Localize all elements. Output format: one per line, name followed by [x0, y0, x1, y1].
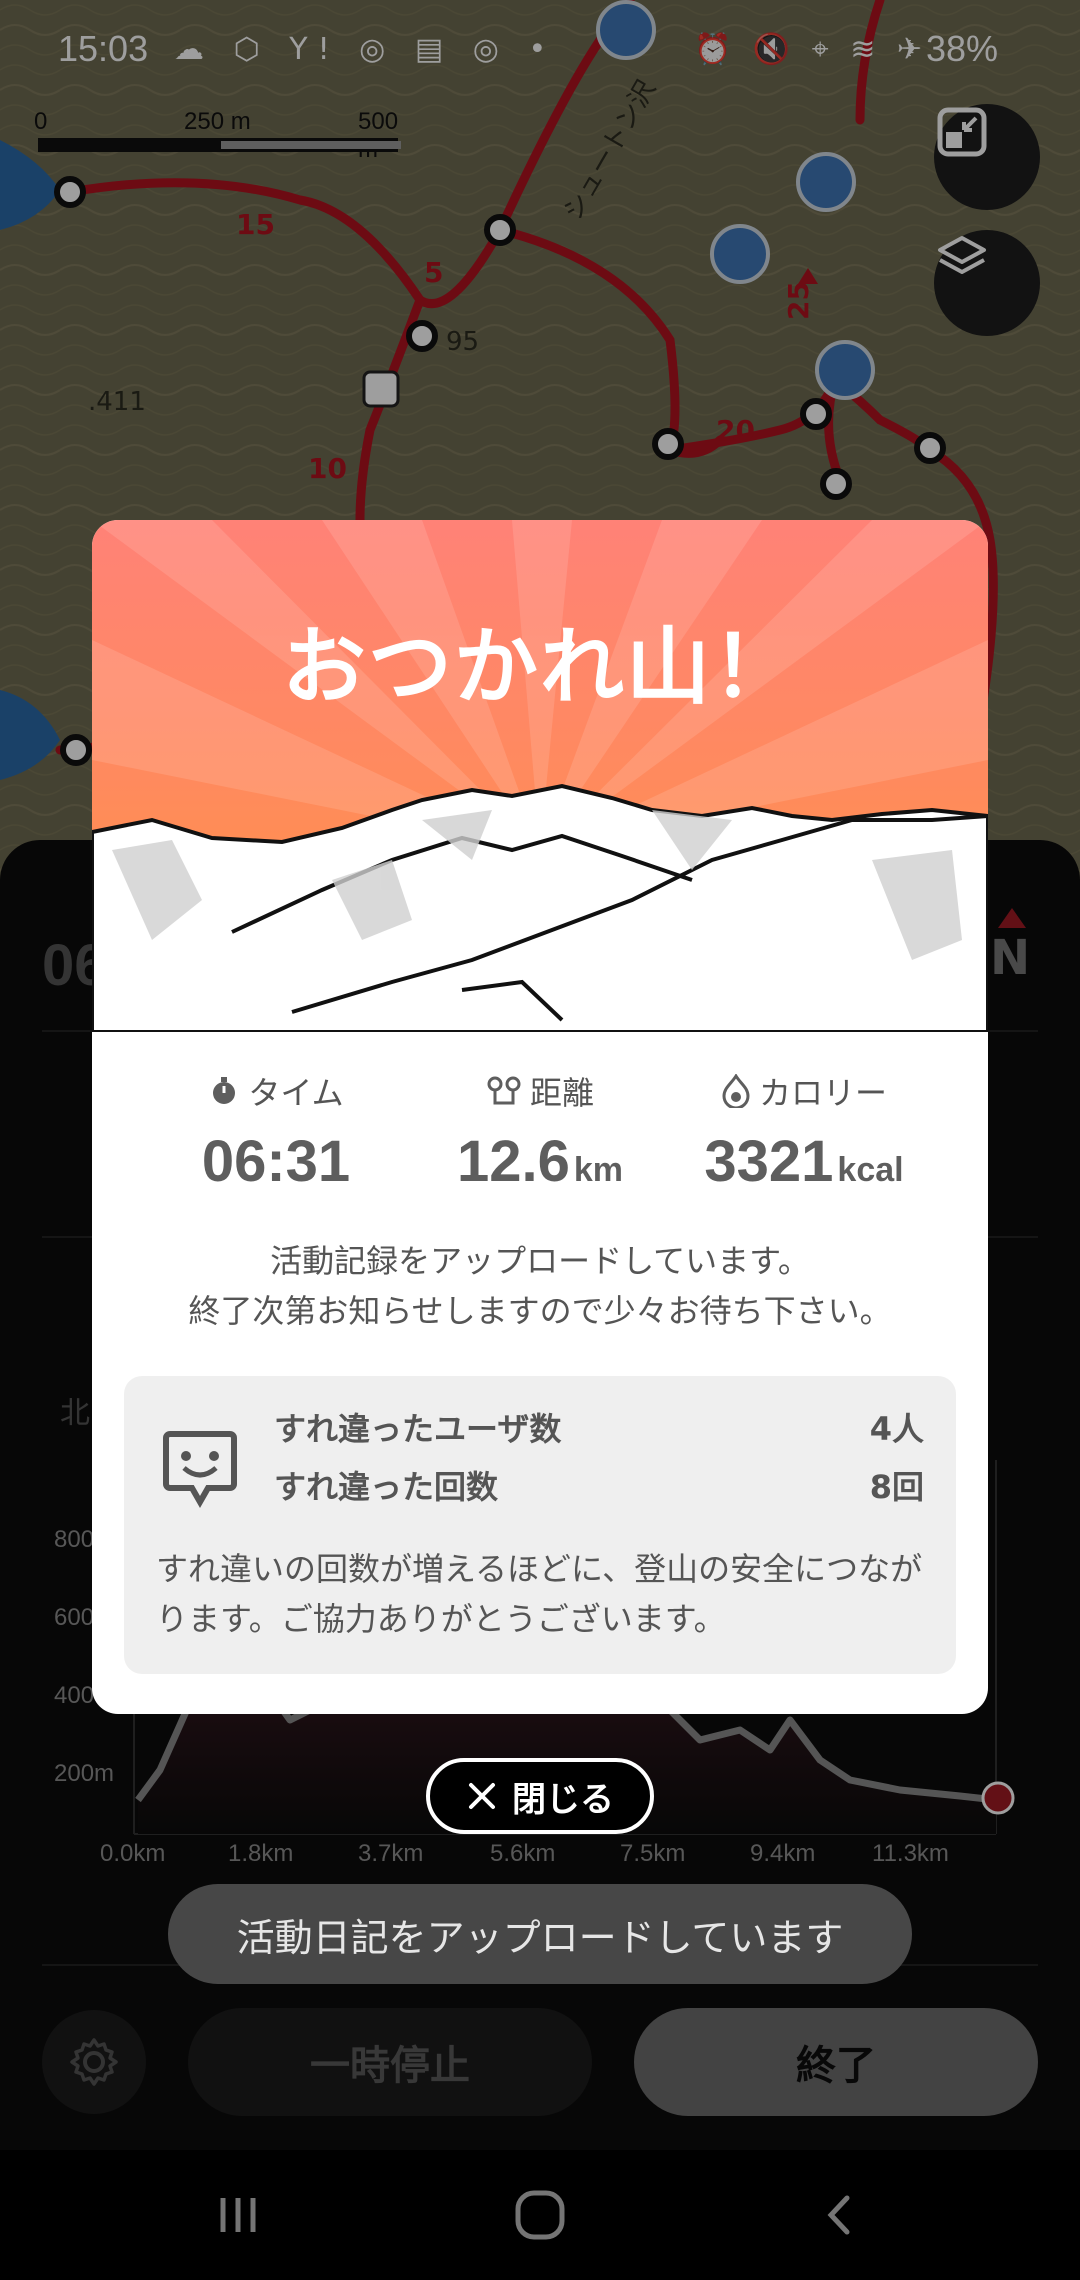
- encounter-count-value: 8回: [869, 1468, 924, 1506]
- back-button[interactable]: [800, 2180, 880, 2250]
- stat-calories-unit: kcal: [837, 1151, 904, 1189]
- stat-time: タイム 06:31: [136, 1068, 416, 1195]
- upload-message-line1: 活動記録をアップロードしています。: [270, 1242, 810, 1280]
- settings-button[interactable]: [42, 2010, 146, 2114]
- x-tick: 3.7km: [358, 1840, 424, 1867]
- stat-calories-value: 3321: [704, 1129, 834, 1194]
- dialog-title: おつかれ山！: [281, 618, 798, 716]
- home-icon: [515, 2190, 565, 2240]
- stat-time-value: 06:31: [201, 1129, 351, 1194]
- gear-icon: [70, 2038, 118, 2086]
- recent-apps-button[interactable]: [198, 2180, 278, 2250]
- stat-time-label: タイム: [248, 1074, 344, 1112]
- hero-banner: おつかれ山！: [92, 520, 988, 1032]
- x-tick: 7.5km: [620, 1840, 686, 1867]
- y-tick-600: 600: [54, 1604, 95, 1631]
- upload-message-line2: 終了次第お知らせしますので少々お待ち下さい。: [188, 1292, 892, 1330]
- stat-calories-label: カロリー: [758, 1074, 887, 1112]
- flame-icon: [722, 1074, 750, 1108]
- smile-chat-icon: [163, 1431, 237, 1509]
- route-pin-icon: [487, 1076, 521, 1105]
- stat-calories: カロリー 3321 kcal: [664, 1068, 944, 1195]
- back-icon: [827, 2195, 850, 2235]
- end-button[interactable]: 終了: [634, 2008, 1038, 2116]
- y-tick-200: 200m: [54, 1760, 115, 1787]
- stat-distance-value: 12.6: [456, 1129, 570, 1194]
- stat-distance-unit: km: [573, 1151, 624, 1189]
- encounter-users-value: 4人: [869, 1410, 924, 1448]
- sunburst-mountains: [92, 520, 988, 1032]
- close-button[interactable]: 閉じる: [426, 1758, 654, 1834]
- y-tick-800: 800: [54, 1526, 95, 1553]
- encounter-count-label: すれ違った回数: [274, 1468, 499, 1506]
- upload-toast: 活動日記をアップロードしています: [168, 1884, 912, 1984]
- recent-apps-icon: [220, 2198, 256, 2232]
- encounter-summary: すれ違ったユーザ数 4人 すれ違った回数 8回 すれ違いの回数が増えるほどに、登…: [124, 1376, 956, 1674]
- stopwatch-icon: [213, 1077, 236, 1104]
- stat-distance-label: 距離: [529, 1074, 594, 1112]
- current-position-marker: [981, 1781, 1015, 1815]
- x-tick: 9.4km: [750, 1840, 816, 1867]
- encounter-users-label: すれ違ったユーザ数: [274, 1410, 562, 1448]
- x-tick: 0.0km: [100, 1840, 166, 1867]
- home-button[interactable]: [500, 2180, 580, 2250]
- stat-distance: 距離 12.6 km: [400, 1068, 680, 1195]
- encounter-note: すれ違いの回数が増えるほどに、登山の安全につながります。ご協力ありがとうございま…: [156, 1550, 923, 1638]
- activity-complete-dialog: おつかれ山！ タイム 06:31 距離 12.6 km カロリー 3321 kc…: [92, 520, 988, 1714]
- x-tick: 11.3km: [872, 1840, 949, 1867]
- pause-button[interactable]: 一時停止: [188, 2008, 592, 2116]
- y-tick-400: 400: [54, 1682, 95, 1709]
- close-label: 閉じる: [512, 1779, 614, 1820]
- close-icon: [469, 1783, 495, 1809]
- x-tick: 5.6km: [490, 1840, 556, 1867]
- upload-message: 活動記録をアップロードしています。 終了次第お知らせしますので少々お待ち下さい。: [92, 1236, 988, 1336]
- x-tick: 1.8km: [228, 1840, 294, 1867]
- system-nav-bar: [0, 2150, 1080, 2280]
